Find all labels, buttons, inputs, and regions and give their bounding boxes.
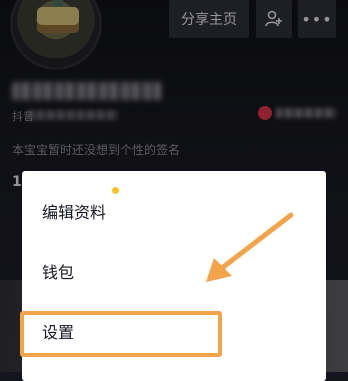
menu-item-wallet[interactable]: 钱包 xyxy=(22,241,326,301)
settings-highlight-box xyxy=(20,311,222,357)
menu-item-edit-profile[interactable]: 编辑资料 xyxy=(22,181,326,241)
menu-item-label: 编辑资料 xyxy=(42,203,107,222)
notification-dot xyxy=(112,187,119,194)
menu-item-label: 钱包 xyxy=(42,263,75,282)
